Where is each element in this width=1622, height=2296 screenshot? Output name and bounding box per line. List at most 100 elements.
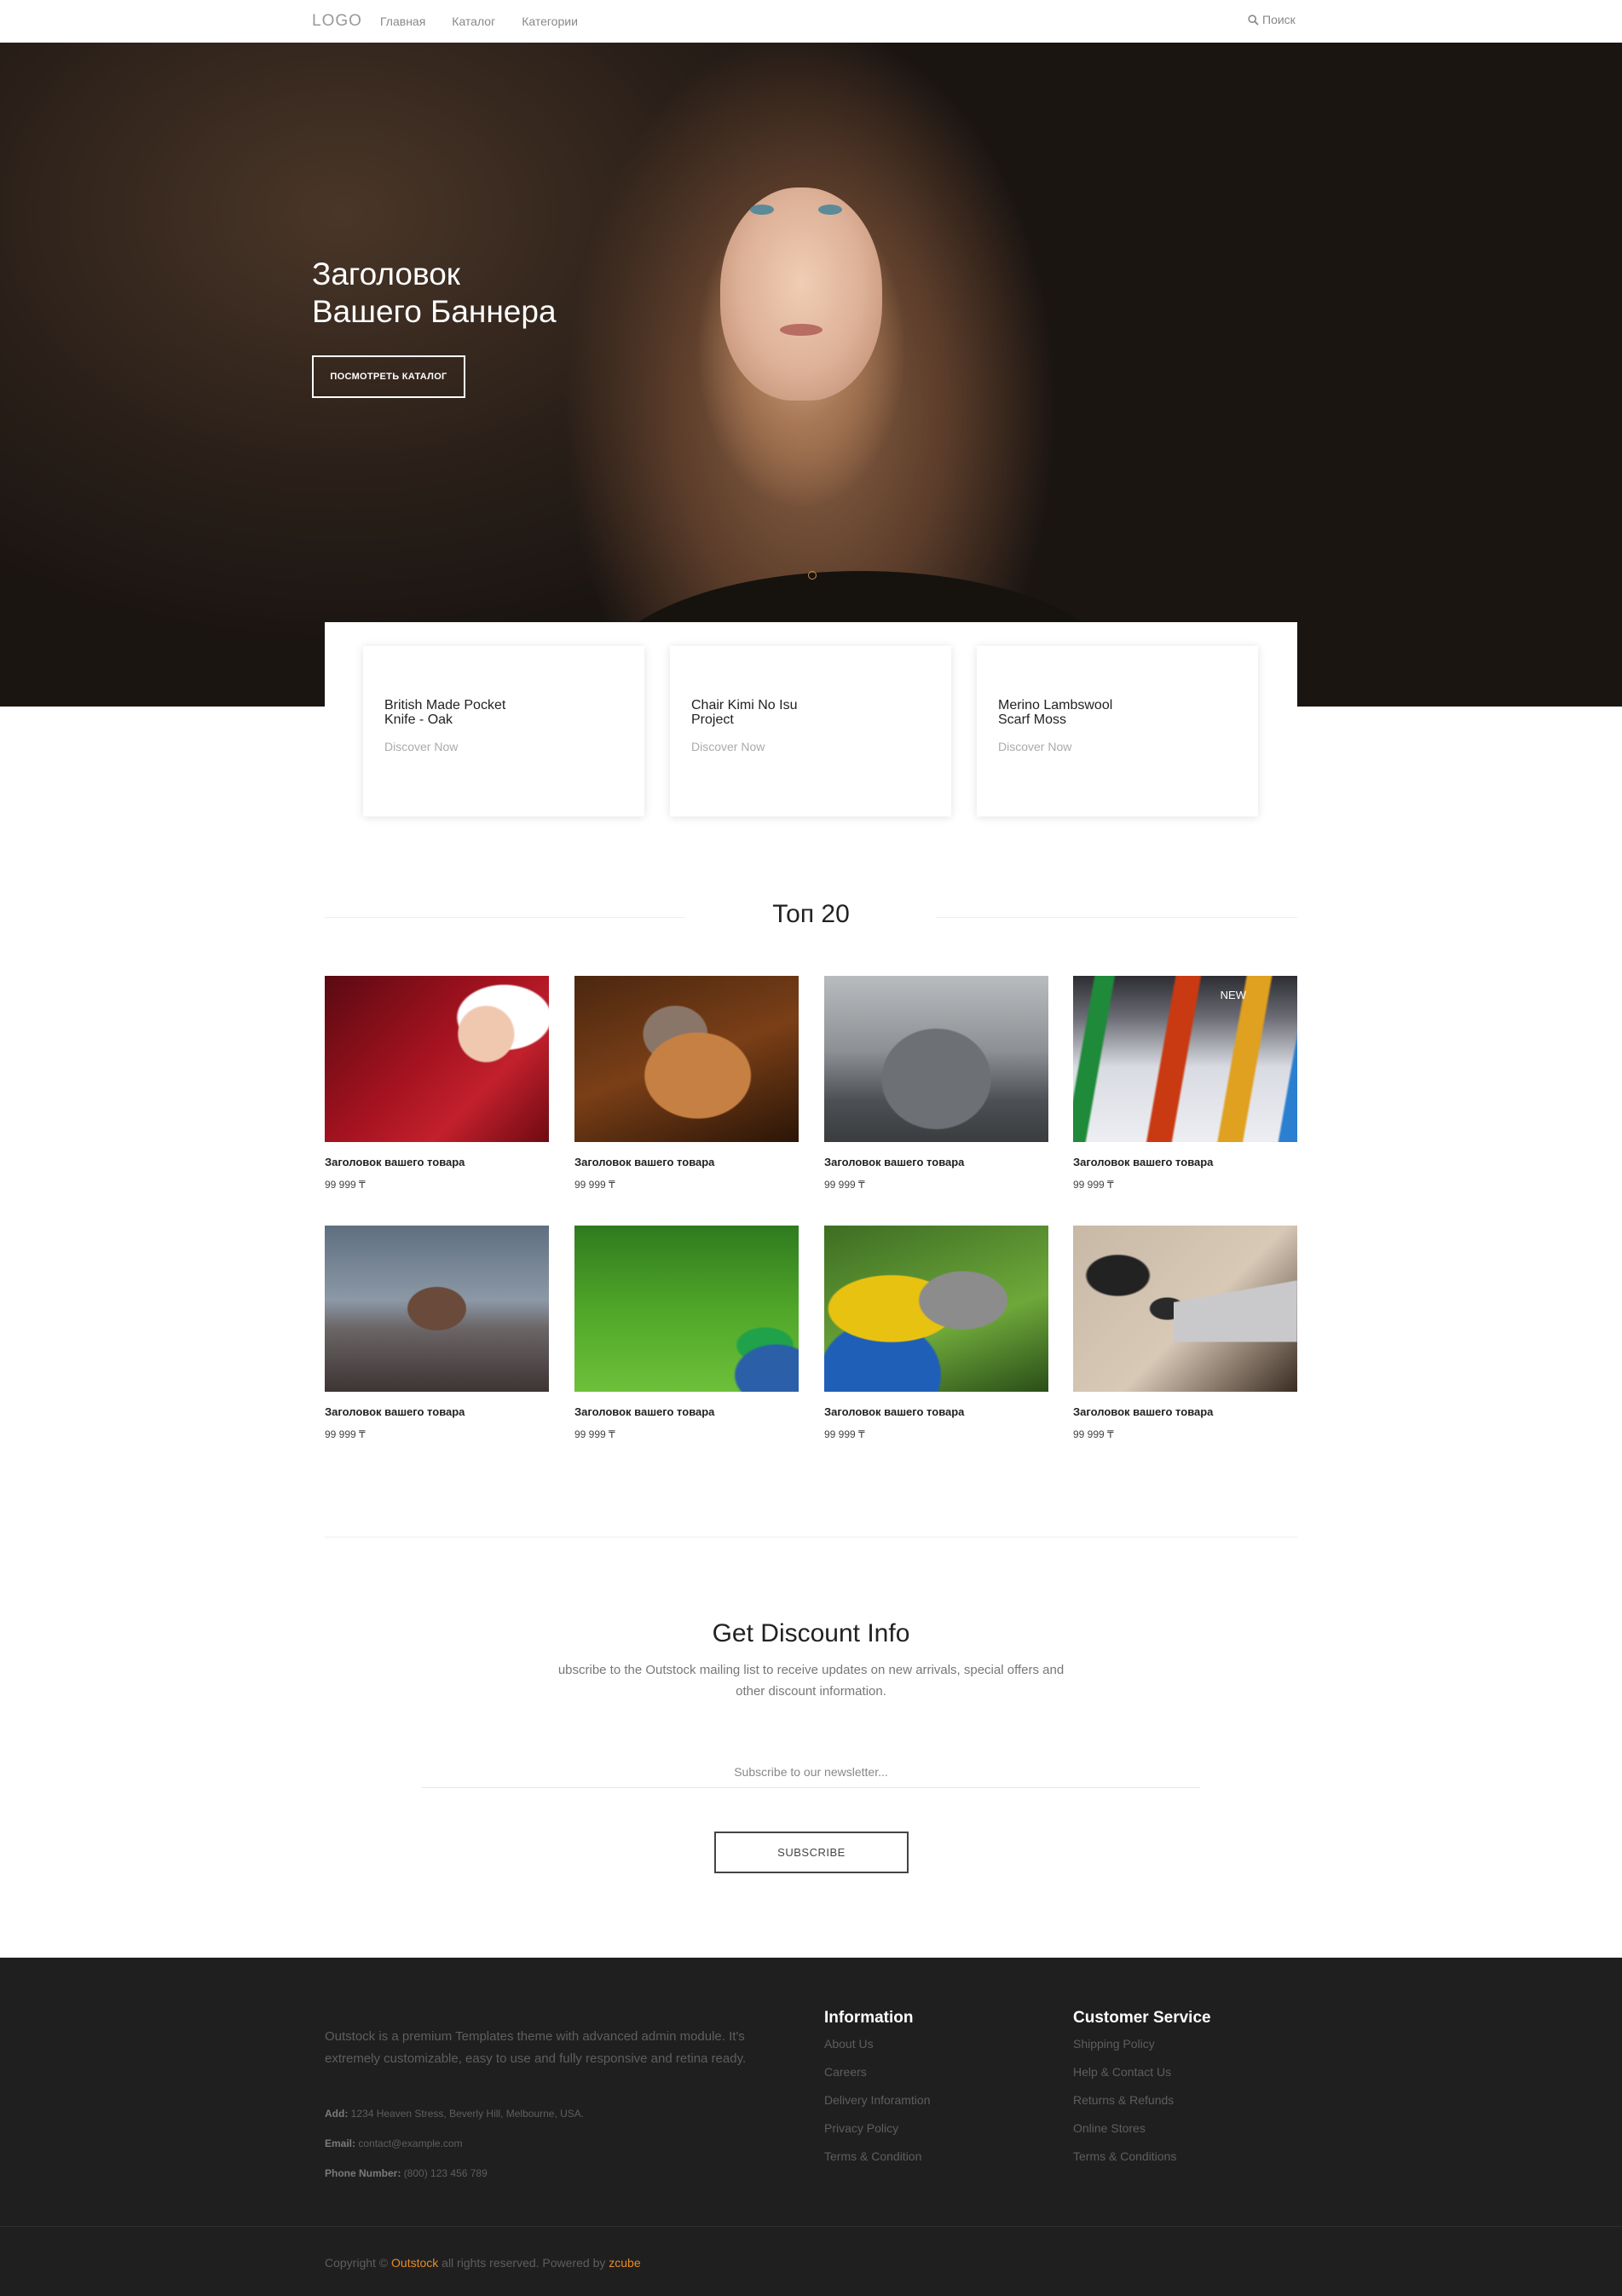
footer-link-careers[interactable]: Careers [824, 2065, 867, 2079]
footer-address: Add: 1234 Heaven Stress, Beverly Hill, M… [325, 2108, 584, 2120]
newsletter-title: Get Discount Info [712, 1619, 910, 1647]
footer-link-privacy[interactable]: Privacy Policy [824, 2121, 898, 2135]
footer-divider [0, 2226, 1622, 2227]
search-link[interactable]: Поиск [1248, 13, 1296, 26]
product-image[interactable] [574, 1226, 799, 1392]
email-label: Email: [325, 2137, 356, 2149]
menu-item-categories[interactable]: Категории [522, 14, 578, 28]
feature-title-line2: Project [691, 712, 734, 727]
feature-card-title: Merino Lambswool Scarf Moss [998, 698, 1160, 727]
product-price: 99 999 ₸ [824, 1428, 865, 1440]
footer-link-terms-conditions[interactable]: Terms & Conditions [1073, 2149, 1176, 2163]
feature-card[interactable]: Merino Lambswool Scarf Moss Discover Now [977, 646, 1258, 816]
product-card: Заголовок вашего товара 99 999 ₸ [824, 1226, 1048, 1440]
address-value: 1234 Heaven Stress, Beverly Hill, Melbou… [350, 2108, 585, 2120]
product-card: Заголовок вашего товара 99 999 ₸ [574, 976, 799, 1191]
product-card: Заголовок вашего товара 99 999 ₸ [824, 976, 1048, 1191]
product-name[interactable]: Заголовок вашего товара [1073, 1156, 1297, 1168]
footer-link-delivery[interactable]: Delivery Inforamtion [824, 2093, 931, 2107]
discover-now-link[interactable]: Discover Now [691, 740, 765, 753]
product-card: Заголовок вашего товара 99 999 ₸ [325, 1226, 549, 1440]
product-price: 99 999 ₸ [325, 1428, 366, 1440]
search-label: Поиск [1262, 13, 1296, 26]
feature-card[interactable]: Chair Kimi No Isu Project Discover Now [670, 646, 951, 816]
copyright: Copyright © Outstock all rights reserved… [325, 2256, 641, 2270]
product-name[interactable]: Заголовок вашего товара [824, 1405, 1048, 1418]
feature-card-title: Chair Kimi No Isu Project [691, 698, 853, 727]
footer-email: Email: contact@example.com [325, 2137, 463, 2149]
address-label: Add: [325, 2108, 349, 2120]
footer: Outstock is a premium Templates theme wi… [0, 1958, 1622, 2296]
product-image[interactable] [824, 976, 1048, 1142]
product-image[interactable] [1073, 1226, 1297, 1392]
email-value[interactable]: contact@example.com [358, 2137, 462, 2149]
product-price: 99 999 ₸ [574, 1179, 615, 1191]
copyright-prefix: Copyright © [325, 2256, 389, 2270]
feature-title-line1: Merino Lambswool [998, 698, 1113, 712]
footer-link-terms[interactable]: Terms & Condition [824, 2149, 921, 2163]
newsletter-email-input[interactable] [422, 1756, 1200, 1788]
customer-service-title: Customer Service [1073, 2009, 1211, 2027]
top-section-title: Топ 20 [772, 900, 850, 928]
hero-banner: Заголовок Вашего Баннера ПОСМОТРЕТЬ КАТА… [0, 43, 1622, 707]
footer-link-shipping[interactable]: Shipping Policy [1073, 2037, 1155, 2051]
footer-link-stores[interactable]: Online Stores [1073, 2121, 1146, 2135]
product-price: 99 999 ₸ [1073, 1428, 1114, 1440]
footer-link-returns[interactable]: Returns & Refunds [1073, 2093, 1174, 2107]
product-name[interactable]: Заголовок вашего товара [1073, 1405, 1297, 1418]
discover-now-link[interactable]: Discover Now [384, 740, 458, 753]
menu-item-catalog[interactable]: Каталог [452, 14, 495, 28]
new-badge: NEW [1220, 989, 1246, 1001]
feature-title-line2: Knife - Oak [384, 712, 453, 727]
product-name[interactable]: Заголовок вашего товара [325, 1405, 549, 1418]
feature-title-line1: British Made Pocket [384, 698, 506, 712]
product-price: 99 999 ₸ [824, 1179, 865, 1191]
product-price: 99 999 ₸ [325, 1179, 366, 1191]
phone-value: (800) 123 456 789 [403, 2167, 488, 2179]
hero-title: Заголовок Вашего Баннера [312, 256, 557, 331]
brand-link[interactable]: Outstock [391, 2256, 438, 2270]
discover-now-link[interactable]: Discover Now [998, 740, 1071, 753]
footer-about-text: Outstock is a premium Templates theme wi… [325, 2029, 747, 2066]
newsletter-description: ubscribe to the Outstock mailing list to… [511, 1659, 1111, 1702]
newsletter-desc-line1: ubscribe to the Outstock mailing list to… [557, 1663, 1065, 1677]
footer-link-help[interactable]: Help & Contact Us [1073, 2065, 1171, 2079]
footer-link-about-us[interactable]: About Us [824, 2037, 874, 2051]
hero-image-eye [750, 205, 774, 215]
footer-phone: Phone Number: (800) 123 456 789 [325, 2167, 488, 2179]
feature-title-line2: Scarf Moss [998, 712, 1067, 727]
product-image[interactable] [824, 1226, 1048, 1392]
product-price: 99 999 ₸ [1073, 1179, 1114, 1191]
newsletter-desc-line2: other discount information. [736, 1684, 886, 1699]
subscribe-button[interactable]: SUBSCRIBE [714, 1832, 909, 1873]
product-card: Заголовок вашего товара 99 999 ₸ [1073, 1226, 1297, 1440]
top-navbar: LOGO Главная Каталог Категории Поиск [0, 0, 1622, 43]
phone-label: Phone Number: [325, 2167, 401, 2179]
feature-title-line1: Chair Kimi No Isu [691, 698, 798, 712]
product-name[interactable]: Заголовок вашего товара [574, 1405, 799, 1418]
feature-card[interactable]: British Made Pocket Knife - Oak Discover… [363, 646, 644, 816]
search-icon [1248, 14, 1259, 26]
logo[interactable]: LOGO [312, 12, 362, 31]
powered-by-link[interactable]: zcube [609, 2256, 640, 2270]
feature-card-title: British Made Pocket Knife - Oak [384, 698, 546, 727]
product-name[interactable]: Заголовок вашего товара [325, 1156, 549, 1168]
product-card: Заголовок вашего товара 99 999 ₸ [574, 1226, 799, 1440]
product-image[interactable] [325, 1226, 549, 1392]
menu-item-home[interactable]: Главная [380, 14, 425, 28]
main-menu: Главная Каталог Категории [380, 14, 578, 28]
product-image[interactable] [325, 976, 549, 1142]
information-title: Information [824, 2009, 914, 2027]
product-name[interactable]: Заголовок вашего товара [824, 1156, 1048, 1168]
product-price: 99 999 ₸ [574, 1428, 615, 1440]
feature-panel: British Made Pocket Knife - Oak Discover… [325, 622, 1297, 835]
slider-dot[interactable] [808, 571, 817, 580]
view-catalog-button[interactable]: ПОСМОТРЕТЬ КАТАЛОГ [312, 355, 465, 398]
hero-image-eye [818, 205, 842, 215]
product-image[interactable]: NEW [1073, 976, 1297, 1142]
product-card: NEW Заголовок вашего товара 99 999 ₸ [1073, 976, 1297, 1191]
hero-title-line1: Заголовок [312, 257, 460, 291]
hero-image-lips [780, 324, 823, 336]
product-name[interactable]: Заголовок вашего товара [574, 1156, 799, 1168]
product-image[interactable] [574, 976, 799, 1142]
